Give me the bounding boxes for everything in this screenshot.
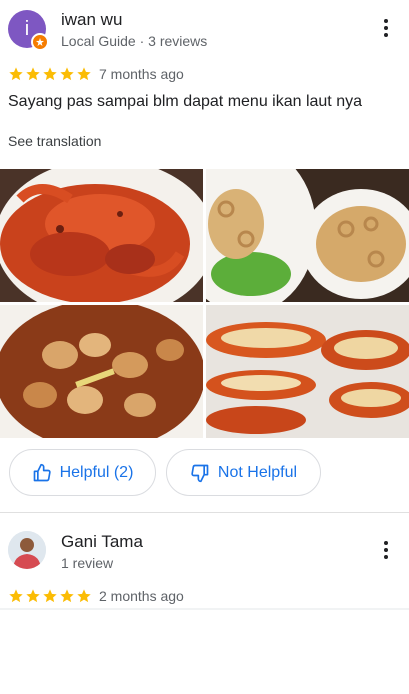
not-helpful-button[interactable]: Not Helpful xyxy=(166,449,321,496)
more-options-icon[interactable] xyxy=(376,16,396,40)
profile-photo-icon xyxy=(8,531,46,569)
avatar-letter: i xyxy=(24,17,30,40)
not-helpful-label: Not Helpful xyxy=(217,463,298,481)
review-photo-saucy-clams[interactable] xyxy=(0,305,203,438)
review-divider xyxy=(0,512,409,513)
review-time-ago: 2 months ago xyxy=(99,588,184,604)
star-icon xyxy=(77,67,91,81)
review-photo-chili-crab[interactable] xyxy=(0,169,203,302)
star-icon xyxy=(77,589,91,603)
review-author-meta: 1 review xyxy=(61,555,114,571)
star-icon xyxy=(9,67,23,81)
star-icon xyxy=(43,589,57,603)
thumbs-down-icon xyxy=(191,464,209,482)
star-icon xyxy=(43,67,57,81)
review-photo-grilled-lobster[interactable] xyxy=(206,305,409,438)
review-time-ago: 7 months ago xyxy=(99,66,184,82)
helpful-button[interactable]: Helpful (2) xyxy=(9,449,156,496)
star-rating xyxy=(8,66,92,82)
avatar[interactable] xyxy=(8,531,46,569)
star-icon xyxy=(60,67,74,81)
star-icon xyxy=(26,589,40,603)
star-rating xyxy=(8,588,92,604)
review-author-name[interactable]: Gani Tama xyxy=(61,532,143,552)
more-options-icon[interactable] xyxy=(376,538,396,562)
scroll-edge-divider xyxy=(0,608,409,610)
local-guide-badge-icon xyxy=(31,33,49,51)
review-author-meta: Local Guide · 3 reviews xyxy=(61,33,208,49)
review-author-name[interactable]: iwan wu xyxy=(61,10,122,30)
star-icon xyxy=(26,67,40,81)
review-photo-fried-squid-rings[interactable] xyxy=(206,169,409,302)
helpful-label: Helpful (2) xyxy=(59,463,134,481)
see-translation-link[interactable]: See translation xyxy=(8,133,101,149)
star-icon xyxy=(60,589,74,603)
thumbs-up-icon xyxy=(33,463,51,481)
star-icon xyxy=(9,589,23,603)
review-text: Sayang pas sampai blm dapat menu ikan la… xyxy=(8,93,362,110)
